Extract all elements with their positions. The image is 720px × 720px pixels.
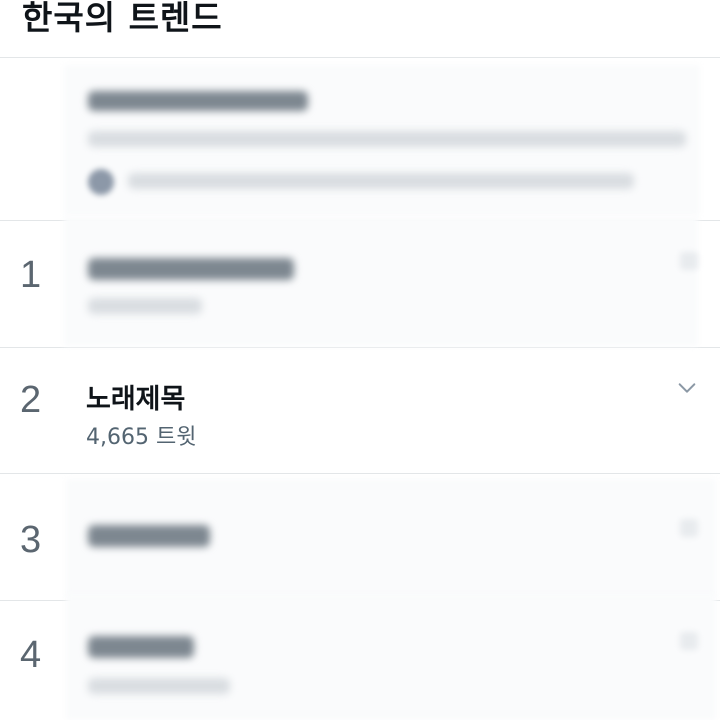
chevron-down-icon[interactable] [680,632,698,650]
blurred-description [88,131,686,147]
trend-rank: 2 [20,379,42,421]
trend-rank: 1 [20,254,42,296]
chevron-down-icon[interactable] [680,519,698,537]
promoted-trend[interactable] [0,59,720,221]
blurred-title [88,525,210,547]
chevron-down-icon[interactable] [680,252,698,270]
trend-rank: 4 [20,634,42,676]
trend-rank: 3 [20,519,42,561]
trend-title: 노래제목 [86,384,186,415]
trend-item[interactable]: 3 [0,475,720,601]
trend-tweet-count: 4,665 트윗 [86,425,197,450]
blurred-title [88,258,294,280]
trends-header: 한국의 트렌드 [0,0,720,58]
chevron-down-icon[interactable] [676,377,698,399]
blurred-title [88,636,194,658]
trend-item[interactable]: 4 [0,594,720,720]
blurred-promoted-by [128,173,634,189]
blurred-card [64,216,698,346]
trend-item[interactable]: 2 노래제목 4,665 트윗 [0,349,720,474]
blurred-tweet-count [88,678,230,694]
trend-item[interactable]: 1 [0,216,720,348]
blurred-avatar [88,169,114,195]
page-title: 한국의 트렌드 [22,0,223,37]
blurred-title [88,91,308,111]
blurred-tweet-count [88,298,202,314]
